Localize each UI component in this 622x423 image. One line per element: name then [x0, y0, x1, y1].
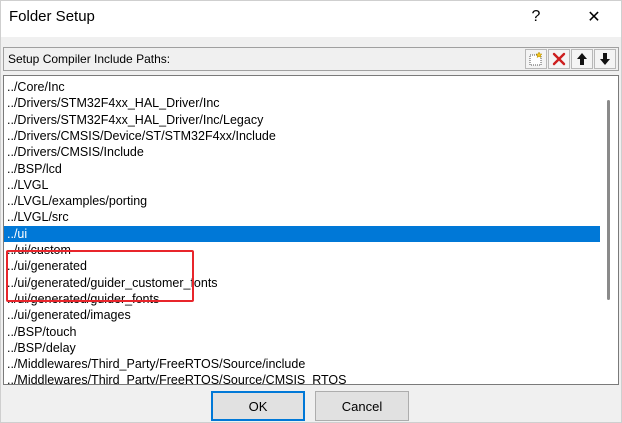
- scrollbar-thumb[interactable]: [607, 100, 610, 300]
- new-folder-icon: [529, 51, 543, 66]
- arrow-down-icon: [600, 53, 610, 65]
- path-list-item[interactable]: ../Middlewares/Third_Party/FreeRTOS/Sour…: [4, 372, 600, 384]
- paths-toolbar: [525, 49, 616, 69]
- path-list-item[interactable]: ../ui/generated/guider_customer_fonts: [4, 275, 600, 291]
- close-icon: ✕: [587, 9, 601, 26]
- path-list-item[interactable]: ../LVGL: [4, 177, 600, 193]
- path-list-item[interactable]: ../ui: [4, 225, 600, 242]
- move-down-button[interactable]: [594, 49, 616, 69]
- include-paths-header: Setup Compiler Include Paths:: [3, 47, 619, 71]
- cancel-button[interactable]: Cancel: [315, 391, 409, 421]
- help-button[interactable]: ?: [513, 1, 559, 33]
- delete-path-button[interactable]: [548, 49, 570, 69]
- path-list-item[interactable]: ../Drivers/CMSIS/Device/ST/STM32F4xx/Inc…: [4, 128, 600, 144]
- path-list-item[interactable]: ../Drivers/STM32F4xx_HAL_Driver/Inc: [4, 95, 600, 111]
- path-list-item[interactable]: ../Drivers/STM32F4xx_HAL_Driver/Inc/Lega…: [4, 112, 600, 128]
- path-list-item[interactable]: ../ui/generated/images: [4, 307, 600, 323]
- help-icon: ?: [531, 8, 541, 25]
- path-list-item[interactable]: ../ui/generated/guider_fonts: [4, 291, 600, 307]
- include-paths-list[interactable]: ../Core/Inc ../Drivers/STM32F4xx_HAL_Driv…: [3, 75, 619, 385]
- path-list-item[interactable]: ../Drivers/CMSIS/Include: [4, 144, 600, 160]
- move-up-button[interactable]: [571, 49, 593, 69]
- vertical-scrollbar[interactable]: [601, 76, 618, 384]
- arrow-up-icon: [577, 53, 587, 65]
- title-bar: Folder Setup ? ✕: [1, 1, 621, 37]
- window-title: Folder Setup: [9, 8, 95, 25]
- close-button[interactable]: ✕: [571, 1, 617, 33]
- path-list-item[interactable]: ../ui/custom: [4, 242, 600, 258]
- folder-setup-dialog: Folder Setup ? ✕ Setup Compiler Include …: [0, 0, 622, 423]
- path-list-item[interactable]: ../BSP/delay: [4, 340, 600, 356]
- path-list-item[interactable]: ../Core/Inc: [4, 79, 600, 95]
- path-list-item[interactable]: ../LVGL/src: [4, 209, 600, 225]
- path-list-item[interactable]: ../ui/generated: [4, 258, 600, 274]
- path-list-item[interactable]: ../Middlewares/Third_Party/FreeRTOS/Sour…: [4, 356, 600, 372]
- ok-button[interactable]: OK: [211, 391, 305, 421]
- path-list-item[interactable]: ../BSP/touch: [4, 324, 600, 340]
- path-list-item[interactable]: ../BSP/lcd: [4, 161, 600, 177]
- new-path-button[interactable]: [525, 49, 547, 69]
- path-list-item[interactable]: ../LVGL/examples/porting: [4, 193, 600, 209]
- delete-icon: [552, 52, 566, 66]
- include-paths-label: Setup Compiler Include Paths:: [8, 52, 171, 66]
